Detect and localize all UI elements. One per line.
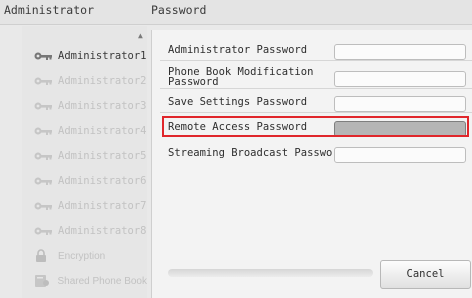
- sidebar-item-label: Shared Phone Book: [57, 275, 147, 287]
- password-row-streaming-broadcast: Streaming Broadcast Password: [154, 143, 472, 164]
- key-icon: [34, 126, 56, 136]
- sidebar-item-shared-phone-book[interactable]: Shared Phone Book: [22, 268, 147, 294]
- key-icon: [34, 76, 56, 86]
- password-row-phone-book: Phone Book Modification Password: [154, 66, 472, 89]
- sidebar-item-label: Administrator3: [58, 100, 147, 112]
- divider: [160, 88, 472, 89]
- header-password: Password: [151, 3, 207, 17]
- sidebar-item-encryption[interactable]: Encryption: [22, 243, 147, 269]
- divider: [160, 112, 472, 113]
- key-icon: [34, 226, 56, 236]
- cancel-button[interactable]: Cancel: [380, 260, 471, 289]
- scroll-up-arrow[interactable]: ▲: [138, 31, 143, 40]
- sidebar-item-label: Administrator5: [58, 150, 147, 162]
- key-icon: [34, 51, 56, 61]
- row-label: Phone Book Modification Password: [168, 66, 314, 88]
- row-label: Streaming Broadcast Password: [168, 147, 346, 159]
- key-icon: [34, 201, 56, 211]
- sidebar-item-label: Administrator8: [58, 225, 147, 237]
- row-label: Save Settings Password: [168, 96, 308, 108]
- divider: [160, 60, 472, 61]
- sidebar-item-label: Administrator4: [58, 125, 147, 137]
- sidebar-item-administrator2[interactable]: Administrator2: [22, 68, 147, 94]
- selection-highlight: [162, 116, 469, 137]
- phonebook-icon: [34, 274, 55, 288]
- sidebar-item-label: Administrator2: [58, 75, 147, 87]
- sidebar: Administrator1 Administrator2 Administra…: [22, 26, 147, 298]
- streaming-broadcast-password-field[interactable]: [334, 147, 466, 163]
- row-label: Administrator Password: [168, 44, 308, 56]
- sidebar-item-label: Encryption: [58, 250, 106, 262]
- password-row-save-settings: Save Settings Password: [154, 92, 472, 113]
- sidebar-item-label: Administrator7: [58, 200, 147, 212]
- sidebar-item-administrator8[interactable]: Administrator8: [22, 218, 147, 244]
- key-icon: [34, 101, 56, 111]
- lock-icon: [34, 249, 56, 263]
- header-bar: Administrator Password: [0, 0, 472, 25]
- password-row-administrator: Administrator Password: [154, 40, 472, 61]
- save-settings-password-field[interactable]: [334, 96, 466, 112]
- administrator-password-field[interactable]: [334, 44, 466, 60]
- status-bar: [168, 269, 373, 277]
- key-icon: [34, 176, 56, 186]
- sidebar-item-administrator3[interactable]: Administrator3: [22, 93, 147, 119]
- sidebar-item-administrator7[interactable]: Administrator7: [22, 193, 147, 219]
- sidebar-item-administrator1[interactable]: Administrator1: [22, 43, 147, 69]
- sidebar-item-label: Administrator6: [58, 175, 147, 187]
- phone-book-password-field[interactable]: [334, 71, 466, 87]
- sidebar-item-administrator6[interactable]: Administrator6: [22, 168, 147, 194]
- key-icon: [34, 151, 56, 161]
- header-administrator: Administrator: [4, 3, 95, 17]
- sidebar-item-administrator5[interactable]: Administrator5: [22, 143, 147, 169]
- sidebar-item-label: Administrator1: [58, 50, 147, 62]
- sidebar-item-administrator4[interactable]: Administrator4: [22, 118, 147, 144]
